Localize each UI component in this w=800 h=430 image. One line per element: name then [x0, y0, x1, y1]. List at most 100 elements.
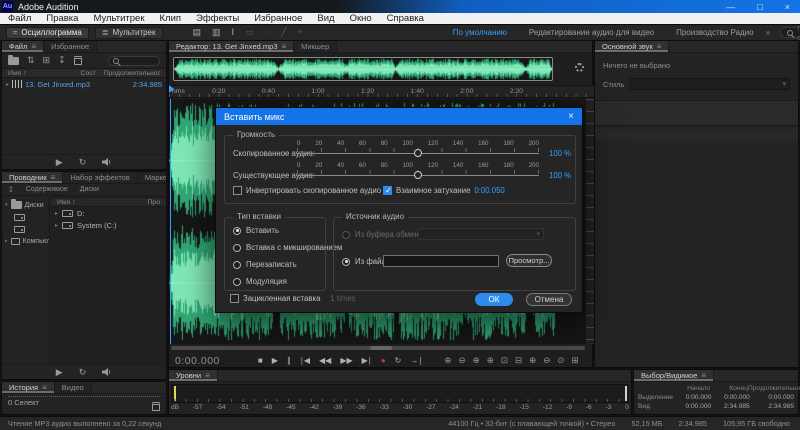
- fast-forward-button[interactable]: ▶▶: [340, 356, 352, 365]
- timeline-ruler[interactable]: hms 0:200:401:001:201:402:002:20: [169, 85, 594, 98]
- dialog-close-button[interactable]: ×: [568, 111, 574, 122]
- radio-icon[interactable]: [233, 261, 241, 269]
- cancel-button[interactable]: Отмена: [526, 293, 572, 306]
- crossfade-checkbox[interactable]: Взаимное затухание 0:00.050: [383, 186, 505, 195]
- panel-menu-icon[interactable]: ≡: [701, 371, 706, 380]
- close-button[interactable]: ×: [785, 2, 790, 12]
- file-row[interactable]: ▸ 13. Get Jinxed.mp3 2:34.985: [2, 78, 166, 90]
- play-button[interactable]: ▶: [272, 356, 278, 365]
- zoom-to-selection-button[interactable]: ⊡: [501, 355, 508, 366]
- panel-menu-icon[interactable]: ≡: [657, 42, 662, 51]
- zoom-in-at-inpoint-button[interactable]: ⊕: [473, 355, 480, 366]
- loop-playback-button[interactable]: ↻: [395, 356, 402, 365]
- import-icon[interactable]: ↧: [8, 186, 14, 194]
- tab-history[interactable]: История ≡: [2, 382, 55, 393]
- preview-play-button[interactable]: ▶: [56, 157, 63, 168]
- zoom-settings-button[interactable]: ⊞: [571, 355, 578, 366]
- existing-audio-slider-thumb[interactable]: [414, 171, 422, 179]
- tab-video[interactable]: Видео: [55, 382, 92, 393]
- drive-row-d[interactable]: ▸ D:: [51, 207, 166, 219]
- paste-type-overwrite-radio[interactable]: Перезаписать: [233, 260, 297, 269]
- brush-tool-icon[interactable]: ╱: [281, 27, 286, 38]
- tab-essential-sound[interactable]: Основной звук ≡: [595, 41, 669, 52]
- copied-audio-value[interactable]: 100 %: [549, 149, 571, 158]
- panel-menu-icon[interactable]: ≡: [282, 42, 287, 51]
- drive-list-headers[interactable]: Имя ↑ Про: [51, 197, 166, 207]
- tree-item-drives[interactable]: ▾ Диски: [2, 199, 49, 211]
- playhead-marker[interactable]: [169, 85, 174, 93]
- record-button[interactable]: ●: [381, 356, 386, 365]
- workspace-radio-production[interactable]: Производство Радио: [676, 28, 754, 37]
- selection-row[interactable]: Выделение 0:00.000 0:00.000 0:00.000: [638, 393, 794, 402]
- playhead-time[interactable]: 0:00.000: [175, 355, 220, 367]
- view-row[interactable]: Вид 0:00.000 2:34.985 2:34.985: [638, 402, 794, 411]
- row-expander-icon[interactable]: ▸: [55, 210, 58, 217]
- tab-editor[interactable]: Редактор: 13. Get Jinxed.mp3 ≡: [169, 41, 294, 52]
- preview-play-button[interactable]: ▶: [56, 367, 63, 378]
- zoom-out-button[interactable]: ⊖: [458, 355, 465, 366]
- menu-item[interactable]: Эффекты: [196, 13, 239, 24]
- workspace-overflow-button[interactable]: »: [766, 28, 770, 37]
- drive-row-c[interactable]: ▸ System (C:): [51, 219, 166, 231]
- skip-to-end-button[interactable]: ▶∣: [362, 356, 372, 365]
- radio-selected-icon[interactable]: [342, 258, 350, 266]
- skip-selection-button[interactable]: →∣: [410, 356, 422, 365]
- open-file-icon[interactable]: [8, 57, 19, 65]
- tree-expander-icon[interactable]: ▾: [5, 202, 8, 208]
- tab-levels[interactable]: Уровни ≡: [169, 370, 218, 381]
- help-search-input[interactable]: Поиск в справке: [780, 27, 800, 38]
- tree-item-drive-c[interactable]: [2, 223, 49, 235]
- menu-item[interactable]: Вид: [317, 13, 334, 24]
- menu-item[interactable]: Окно: [350, 13, 372, 24]
- paste-type-insert-radio[interactable]: Вставить: [233, 226, 279, 235]
- menu-item[interactable]: Избранное: [254, 13, 302, 24]
- from-clipboard-radio[interactable]: Из буфера обмена: [342, 230, 423, 239]
- rewind-button[interactable]: ◀◀: [319, 356, 331, 365]
- clear-history-icon[interactable]: [152, 402, 160, 411]
- menu-item[interactable]: Справка: [387, 13, 424, 24]
- time-selection-tool-icon[interactable]: Ⅰ: [232, 27, 235, 38]
- existing-audio-value[interactable]: 100 %: [549, 171, 571, 180]
- radio-selected-icon[interactable]: [233, 227, 241, 235]
- speaker-icon[interactable]: [102, 158, 112, 166]
- crossfade-value[interactable]: 0:00.050: [474, 186, 504, 195]
- stop-button[interactable]: ■: [258, 356, 263, 365]
- files-column-headers[interactable]: Имя ↑ Сост Продолжительнос: [2, 68, 166, 78]
- tab-media-browser[interactable]: Проводник ≡: [2, 172, 63, 183]
- zoom-reset-button[interactable]: ⊙: [557, 355, 564, 366]
- restore-button[interactable]: □: [757, 2, 762, 12]
- loop-paste-checkbox[interactable]: Зацикленная вставка 1 times: [230, 294, 356, 303]
- radio-icon[interactable]: [233, 278, 241, 286]
- delete-file-icon[interactable]: [74, 56, 82, 65]
- tree-item-drive-d[interactable]: [2, 211, 49, 223]
- new-file-icon[interactable]: ⊞: [43, 55, 51, 66]
- zoom-full-button[interactable]: ⊟: [515, 355, 522, 366]
- panel-menu-icon[interactable]: ≡: [31, 42, 36, 51]
- pause-button[interactable]: ∥: [287, 356, 291, 365]
- checkbox-icon[interactable]: [233, 186, 242, 195]
- panel-menu-icon[interactable]: ≡: [205, 371, 210, 380]
- marquee-tool-icon[interactable]: ▭: [245, 27, 254, 38]
- healing-tool-icon[interactable]: +: [297, 27, 302, 38]
- import-files-icon[interactable]: ⇅: [27, 55, 35, 66]
- waveform-view-button[interactable]: ≈ Осциллограмма: [6, 27, 89, 39]
- insert-to-multitrack-icon[interactable]: ↧: [58, 55, 66, 66]
- existing-audio-slider[interactable]: 020406080100120140160180200: [297, 162, 539, 178]
- style-select[interactable]: ▾: [630, 78, 790, 90]
- copied-audio-slider-thumb[interactable]: [414, 149, 422, 157]
- zoom-in-at-outpoint-button[interactable]: ⊕: [487, 355, 494, 366]
- tab-markers[interactable]: Маркеры: [138, 172, 166, 183]
- overview-waveform[interactable]: [174, 58, 552, 80]
- checkbox-checked-icon[interactable]: [383, 186, 392, 195]
- menu-item[interactable]: Файл: [8, 13, 31, 24]
- workspace-default[interactable]: По умолчанию: [453, 28, 507, 37]
- invert-copied-checkbox[interactable]: Инвертировать скопированное аудио: [233, 186, 381, 195]
- subtab-drives[interactable]: Диски: [80, 186, 99, 193]
- browse-button[interactable]: Просмотр...: [506, 254, 552, 267]
- files-search-input[interactable]: [108, 56, 160, 66]
- zoom-in-vertical-button[interactable]: ⊕: [529, 355, 536, 366]
- tab-favorites[interactable]: Избранное: [44, 41, 97, 52]
- radio-icon[interactable]: [233, 244, 241, 252]
- editor-settings-icon[interactable]: [575, 63, 584, 72]
- subtab-contents[interactable]: Содержимое: [26, 186, 68, 193]
